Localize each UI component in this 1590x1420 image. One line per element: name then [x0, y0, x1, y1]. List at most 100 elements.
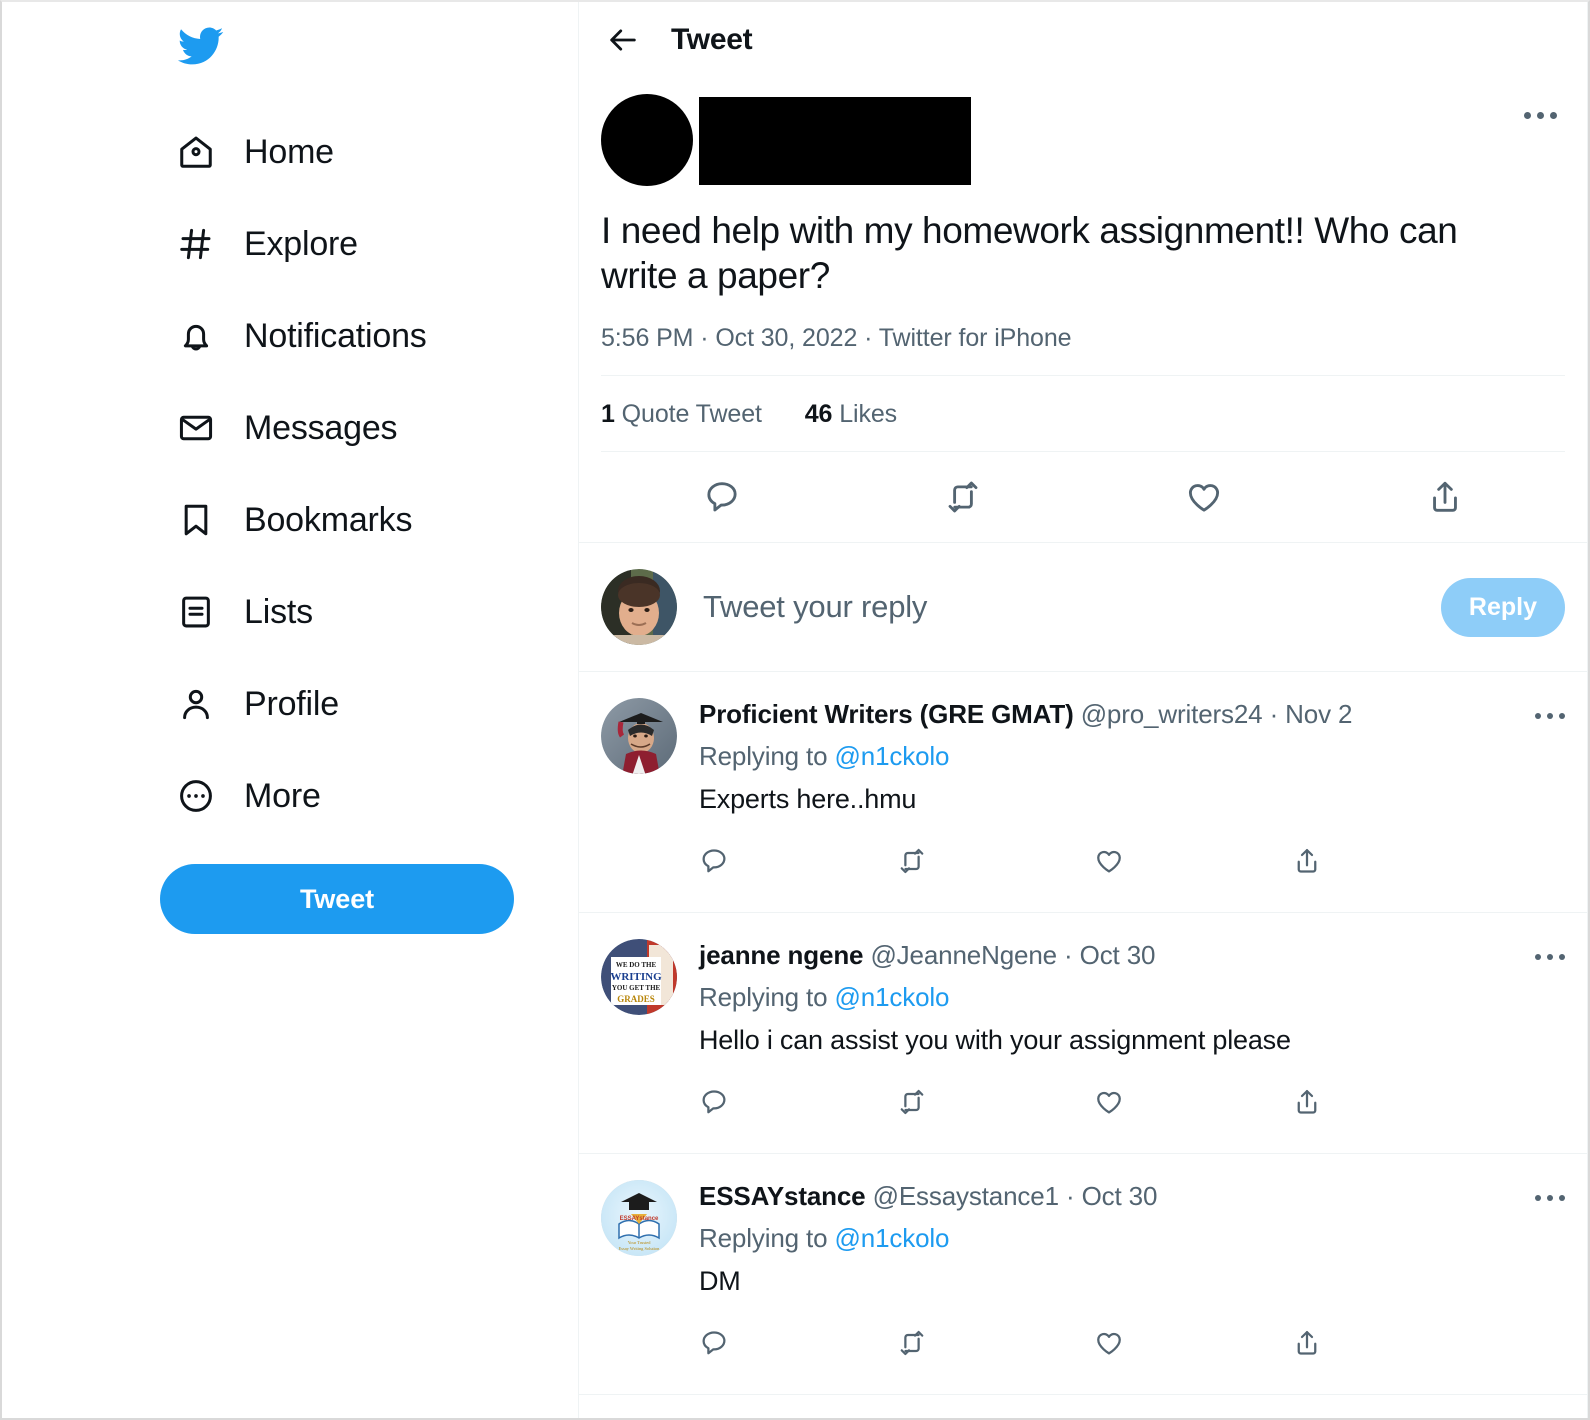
- reply-display-name[interactable]: ESSAYstance: [699, 1181, 866, 1211]
- retweet-icon[interactable]: [842, 478, 1083, 516]
- sidebar-item-label: Messages: [244, 409, 398, 447]
- writing-poster-avatar[interactable]: WE DO THE WRITING YOU GET THE GRADES: [601, 939, 677, 1015]
- graduate-photo-avatar[interactable]: [601, 698, 677, 774]
- replying-to-prefix: Replying to: [699, 982, 828, 1012]
- main-tweet-text: I need help with my homework assignment!…: [601, 210, 1458, 296]
- share-icon[interactable]: [1292, 1087, 1490, 1117]
- sidebar-item-bookmarks[interactable]: Bookmarks: [2, 474, 578, 566]
- envelope-icon: [174, 406, 218, 450]
- share-icon[interactable]: [1292, 1328, 1490, 1358]
- like-icon[interactable]: [1094, 846, 1292, 876]
- sidebar: Home Explore Notifications Messages Book…: [2, 2, 578, 1418]
- twitter-tweet-page: Home Explore Notifications Messages Book…: [0, 0, 1590, 1420]
- sidebar-item-more[interactable]: More: [2, 750, 578, 842]
- replying-to-prefix: Replying to: [699, 1223, 828, 1253]
- sidebar-item-label: Bookmarks: [244, 501, 413, 539]
- sidebar-item-label: Profile: [244, 685, 339, 723]
- reply-item[interactable]: WE DO THE WRITING YOU GET THE GRADES jea…: [579, 913, 1587, 1154]
- more-horizontal-icon[interactable]: [1517, 94, 1563, 136]
- like-icon[interactable]: [1094, 1087, 1292, 1117]
- retweet-icon[interactable]: [897, 846, 1095, 876]
- more-horizontal-icon[interactable]: [1527, 1180, 1573, 1216]
- sidebar-nav: Home Explore Notifications Messages Book…: [2, 106, 578, 842]
- replying-to-handle[interactable]: @n1ckolo: [835, 741, 950, 771]
- stat-count: 1: [601, 400, 615, 428]
- like-icon[interactable]: [1094, 1328, 1292, 1358]
- stat-count: 46: [804, 400, 833, 428]
- reply-handle[interactable]: @JeanneNgene: [870, 940, 1057, 970]
- sidebar-item-label: Explore: [244, 225, 358, 263]
- reply-composer: Tweet your reply Reply: [579, 543, 1587, 672]
- replying-to-handle[interactable]: @n1ckolo: [835, 982, 950, 1012]
- reply-separator: ·: [1269, 699, 1279, 729]
- reply-date[interactable]: Oct 30: [1080, 940, 1156, 970]
- sidebar-item-profile[interactable]: Profile: [2, 658, 578, 750]
- stat-quote-tweets[interactable]: 1 Quote Tweet: [601, 400, 762, 428]
- svg-text:GRADES: GRADES: [617, 994, 655, 1004]
- replying-to-line: Replying to @n1ckolo: [699, 1222, 1495, 1254]
- reply-display-name[interactable]: Proficient Writers (GRE GMAT): [699, 699, 1074, 729]
- reply-input[interactable]: Tweet your reply: [703, 589, 1441, 625]
- bookmark-icon: [174, 498, 218, 542]
- stat-likes[interactable]: 46 Likes: [805, 400, 897, 428]
- reply-item[interactable]: Hamza Zahoor @HamzaZa47881396 · Oct 31 R…: [579, 1395, 1587, 1418]
- reply-handle[interactable]: @Essaystance1: [873, 1181, 1059, 1211]
- reply-author-line: Proficient Writers (GRE GMAT) @pro_write…: [699, 698, 1495, 730]
- reply-submit-button[interactable]: Reply: [1440, 577, 1565, 637]
- sidebar-item-notifications[interactable]: Notifications: [2, 290, 578, 382]
- redacted-name-block: [699, 97, 971, 185]
- reply-icon[interactable]: [699, 846, 897, 876]
- page-title: Tweet: [671, 23, 753, 56]
- svg-text:Your Trusted: Your Trusted: [628, 1240, 652, 1245]
- sidebar-item-home[interactable]: Home: [2, 106, 578, 198]
- compose-tweet-button[interactable]: Tweet: [160, 864, 514, 934]
- reply-content: Proficient Writers (GRE GMAT) @pro_write…: [699, 698, 1565, 902]
- hashtag-icon: [174, 222, 218, 266]
- sidebar-item-lists[interactable]: Lists: [2, 566, 578, 658]
- reply-handle[interactable]: @pro_writers24: [1081, 699, 1263, 729]
- replying-to-line: Replying to @n1ckolo: [699, 740, 1495, 772]
- reply-date[interactable]: Nov 2: [1285, 699, 1352, 729]
- page-header: Tweet: [579, 2, 1587, 78]
- reply-separator: ·: [1065, 1181, 1075, 1211]
- main-tweet-stats: 1 Quote Tweet 46 Likes: [601, 376, 1565, 451]
- reply-item[interactable]: ESSAYstance Your Trusted Essay Writing S…: [579, 1154, 1587, 1395]
- sidebar-item-explore[interactable]: Explore: [2, 198, 578, 290]
- reply-icon[interactable]: [699, 1087, 897, 1117]
- retweet-icon[interactable]: [897, 1328, 1095, 1358]
- reply-item[interactable]: Proficient Writers (GRE GMAT) @pro_write…: [579, 672, 1587, 913]
- more-circle-icon: [174, 774, 218, 818]
- reply-action-row: [699, 820, 1489, 902]
- sidebar-item-label: Home: [244, 133, 334, 171]
- reply-icon[interactable]: [699, 1328, 897, 1358]
- reply-text: DM: [699, 1266, 741, 1296]
- reply-text: Hello i can assist you with your assignm…: [699, 1025, 1291, 1055]
- replying-to-handle[interactable]: @n1ckolo: [835, 1223, 950, 1253]
- share-icon[interactable]: [1292, 846, 1490, 876]
- home-icon: [174, 130, 218, 174]
- sidebar-item-messages[interactable]: Messages: [2, 382, 578, 474]
- bell-icon: [174, 314, 218, 358]
- stat-label: Quote Tweet: [621, 400, 762, 428]
- main-tweet: I need help with my homework assignment!…: [579, 78, 1587, 542]
- reply-date[interactable]: Oct 30: [1082, 1181, 1158, 1211]
- back-arrow-icon[interactable]: [597, 14, 649, 66]
- reply-separator: ·: [1064, 940, 1073, 970]
- essaystance-logo-avatar[interactable]: ESSAYstance Your Trusted Essay Writing S…: [601, 1180, 677, 1256]
- retweet-icon[interactable]: [897, 1087, 1095, 1117]
- share-icon[interactable]: [1324, 478, 1565, 516]
- svg-text:WRITING: WRITING: [610, 971, 662, 983]
- reply-icon[interactable]: [601, 478, 842, 516]
- more-horizontal-icon[interactable]: [1527, 698, 1573, 734]
- more-horizontal-icon[interactable]: [1527, 939, 1573, 975]
- main-tweet-header: [601, 78, 1565, 186]
- twitter-bird-icon[interactable]: [172, 22, 228, 70]
- like-icon[interactable]: [1083, 478, 1324, 516]
- svg-text:ESSAYstance: ESSAYstance: [620, 1216, 659, 1222]
- reply-author-line: jeanne ngene @JeanneNgene · Oct 30: [699, 939, 1495, 971]
- reply-action-row: [699, 1302, 1489, 1384]
- reply-display-name[interactable]: jeanne ngene: [699, 940, 864, 970]
- main-tweet-meta: 5:56 PM · Oct 30, 2022 · Twitter for iPh…: [601, 324, 1072, 352]
- svg-text:WE DO THE: WE DO THE: [616, 961, 657, 969]
- user-avatar[interactable]: [601, 569, 677, 645]
